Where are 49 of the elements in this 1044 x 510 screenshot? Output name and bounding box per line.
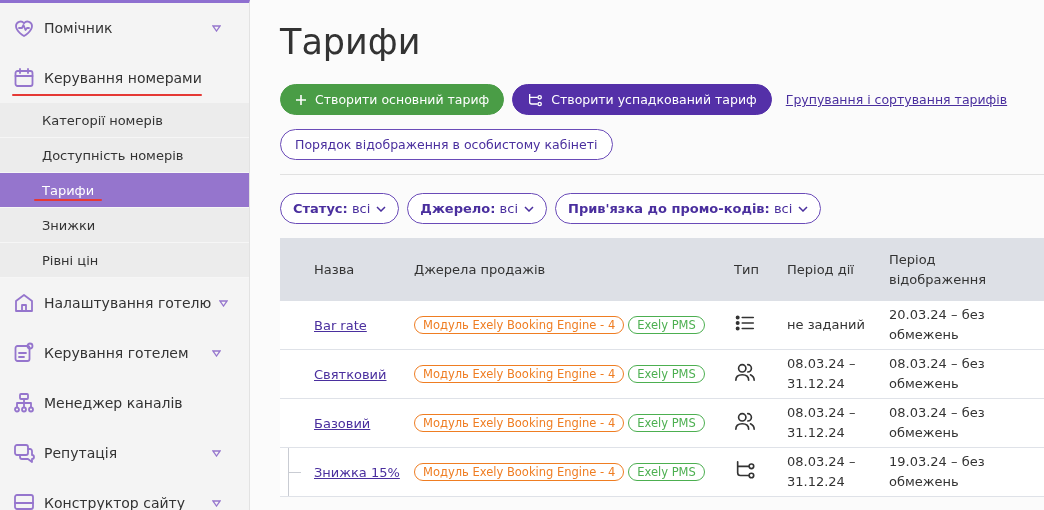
plus-icon [295, 93, 307, 106]
table-cell-text: 08.03.24 – без обмежень [889, 404, 986, 442]
nav-subitem[interactable]: Тарифи [0, 173, 249, 208]
column-header: Джерела продажів [414, 260, 547, 279]
table-cell-text: не заданий [787, 316, 866, 334]
filter-dropdown[interactable]: Статус: всі [280, 193, 400, 224]
table-cell-text: 08.03.24 – 31.12.24 [787, 453, 857, 491]
people-icon [734, 361, 756, 383]
branch-icon [527, 91, 544, 108]
chevron-down-icon [524, 205, 534, 212]
action-button[interactable]: Порядок відображення в особистому кабінеті [280, 129, 613, 160]
tariff-link[interactable]: Базовий [314, 415, 371, 431]
branch-icon [734, 459, 756, 481]
hierarchy-icon [12, 391, 36, 415]
nav-item[interactable]: Помічник [0, 3, 249, 53]
people-icon [734, 410, 756, 432]
table-cell-text: 19.03.24 – без обмежень [889, 453, 986, 491]
nav-item[interactable]: Керування готелем [0, 328, 249, 378]
sorting-link[interactable]: Групування і сортування тарифів [785, 92, 1008, 107]
column-header: Назва [313, 260, 356, 279]
table-cell-text: 08.03.24 – 31.12.24 [787, 404, 857, 442]
filter-dropdown[interactable]: Прив'язка до промо-кодів: всі [555, 193, 822, 224]
filter-dropdown[interactable]: Джерело: всі [407, 193, 547, 224]
nav-subitem[interactable]: Знижки [0, 208, 249, 243]
tariff-link[interactable]: Bar rate [314, 317, 367, 333]
nav-item[interactable]: Репутація [0, 428, 249, 478]
nav-subitem[interactable]: Доступність номерів [0, 138, 249, 173]
note-icon [12, 341, 36, 365]
table-cell-text: 20.03.24 – без обмежень [889, 306, 986, 344]
chevron-down-icon [376, 205, 387, 212]
chat-bubbles-icon [12, 441, 36, 465]
action-button[interactable]: Створити успадкований тариф [512, 84, 772, 115]
column-header: Тип [734, 260, 760, 279]
nav-item[interactable]: Менеджер каналів [0, 378, 249, 428]
nav-item[interactable]: Конструктор сайту [0, 478, 249, 510]
nav-subitem[interactable]: Рівні цін [0, 243, 249, 278]
table-cell-text: 08.03.24 – 31.12.24 [787, 355, 857, 393]
house-icon [12, 291, 36, 315]
tariff-link[interactable]: Знижка 15% [314, 464, 400, 480]
page-title: Тарифи [280, 22, 422, 62]
nav-item[interactable]: Налаштування готелю [0, 278, 249, 328]
nav-subitem[interactable]: Категорії номерів [0, 103, 249, 138]
table-cell-text: 08.03.24 – без обмежень [889, 355, 986, 393]
chevron-down-icon [798, 205, 809, 212]
column-header: Період відображення [889, 250, 987, 289]
column-header: Період дії [787, 260, 855, 279]
calendar-icon [12, 66, 36, 90]
tariff-link[interactable]: Святковий [314, 366, 387, 382]
nav-item[interactable]: Керування номерами [0, 53, 249, 103]
